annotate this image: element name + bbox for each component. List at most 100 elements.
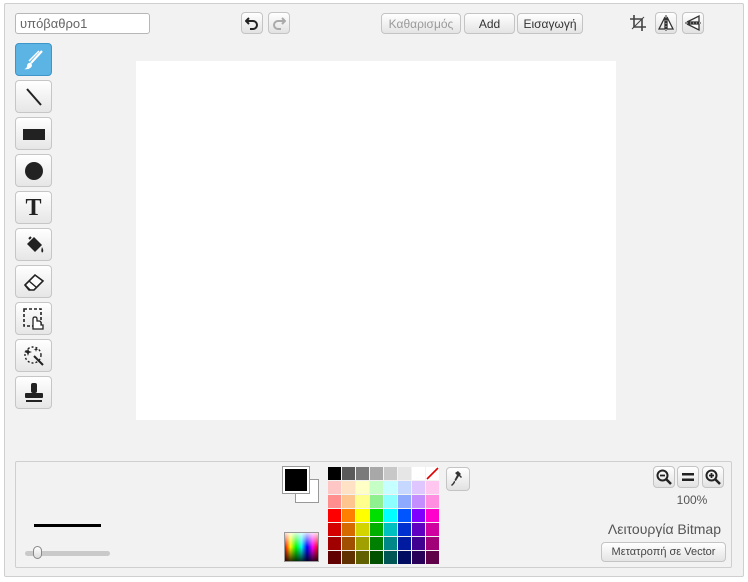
palette-swatch[interactable] — [412, 481, 425, 494]
stroke-width-preview — [34, 524, 101, 527]
palette-swatch[interactable] — [356, 537, 369, 550]
redo-button[interactable] — [268, 12, 290, 34]
palette-swatch[interactable] — [412, 551, 425, 564]
palette-swatch[interactable] — [398, 481, 411, 494]
palette-swatch[interactable] — [384, 495, 397, 508]
palette-swatch[interactable] — [356, 509, 369, 522]
palette-swatch[interactable] — [384, 537, 397, 550]
stamp-icon — [24, 382, 43, 402]
palette-swatch[interactable] — [370, 495, 383, 508]
palette-swatch[interactable] — [342, 537, 355, 550]
palette-swatch[interactable] — [426, 537, 439, 550]
text-icon: T — [25, 194, 42, 221]
eyedropper-button[interactable] — [446, 467, 470, 491]
palette-swatch[interactable] — [342, 495, 355, 508]
palette-swatch[interactable] — [328, 467, 341, 480]
palette-swatch[interactable] — [384, 481, 397, 494]
zoom-out-icon — [656, 469, 672, 485]
palette-swatch[interactable] — [342, 467, 355, 480]
costume-name-input[interactable] — [15, 13, 150, 34]
eraser-tool[interactable] — [15, 265, 52, 298]
flip-horizontal-icon — [657, 15, 675, 31]
palette-swatch[interactable] — [342, 481, 355, 494]
palette-swatch[interactable] — [356, 481, 369, 494]
zoom-out-button[interactable] — [653, 466, 675, 488]
palette-swatch[interactable] — [384, 467, 397, 480]
zoom-in-icon — [705, 469, 721, 485]
stroke-width-slider-thumb[interactable] — [33, 546, 42, 559]
palette-swatch[interactable] — [412, 467, 425, 480]
palette-swatch[interactable] — [356, 467, 369, 480]
palette-swatch[interactable] — [342, 509, 355, 522]
palette-swatch[interactable] — [398, 495, 411, 508]
palette-swatch[interactable] — [328, 551, 341, 564]
text-tool[interactable]: T — [15, 191, 52, 224]
palette-swatch[interactable] — [398, 467, 411, 480]
palette-swatch[interactable] — [356, 523, 369, 536]
palette-swatch[interactable] — [398, 509, 411, 522]
palette-swatch[interactable] — [356, 495, 369, 508]
palette-swatch[interactable] — [370, 481, 383, 494]
convert-to-vector-button[interactable]: Μετατροπή σε Vector — [601, 542, 726, 562]
paint-bucket-icon — [26, 235, 43, 252]
color-spectrum-picker[interactable] — [284, 532, 319, 562]
color-palette — [328, 467, 439, 564]
rectangle-icon — [22, 128, 45, 140]
palette-swatch[interactable] — [384, 523, 397, 536]
flip-vertical-icon — [685, 14, 701, 32]
palette-swatch[interactable] — [426, 495, 439, 508]
ellipse-icon — [24, 161, 43, 180]
ellipse-tool[interactable] — [15, 154, 52, 187]
line-tool[interactable] — [15, 80, 52, 113]
brush-tool[interactable] — [15, 43, 52, 76]
palette-swatch[interactable] — [398, 551, 411, 564]
zoom-in-button[interactable] — [702, 466, 724, 488]
select-and-duplicate-tool[interactable] — [15, 339, 52, 372]
select-icon — [22, 307, 44, 330]
palette-swatch[interactable] — [426, 509, 439, 522]
palette-swatch[interactable] — [370, 523, 383, 536]
palette-swatch[interactable] — [412, 523, 425, 536]
magic-wand-icon — [23, 345, 44, 366]
palette-swatch[interactable] — [328, 509, 341, 522]
crop-button[interactable] — [627, 12, 649, 34]
zoom-reset-button[interactable] — [677, 466, 699, 488]
eyedropper-icon — [451, 471, 462, 486]
palette-swatch[interactable] — [426, 523, 439, 536]
primary-color-swatch[interactable] — [282, 466, 310, 494]
palette-swatch[interactable] — [370, 551, 383, 564]
redo-icon — [273, 17, 286, 30]
rectangle-tool[interactable] — [15, 117, 52, 150]
import-button[interactable]: Εισαγωγή — [517, 13, 583, 34]
palette-swatch[interactable] — [356, 551, 369, 564]
undo-button[interactable] — [241, 12, 263, 34]
palette-swatch[interactable] — [370, 537, 383, 550]
palette-swatch[interactable] — [328, 495, 341, 508]
palette-swatch-transparent[interactable] — [426, 467, 439, 480]
palette-swatch[interactable] — [412, 537, 425, 550]
palette-swatch[interactable] — [342, 551, 355, 564]
add-button[interactable]: Add — [464, 13, 515, 34]
palette-swatch[interactable] — [412, 509, 425, 522]
palette-swatch[interactable] — [384, 509, 397, 522]
palette-swatch[interactable] — [328, 537, 341, 550]
palette-swatch[interactable] — [426, 551, 439, 564]
palette-swatch[interactable] — [328, 523, 341, 536]
palette-swatch[interactable] — [412, 495, 425, 508]
select-tool[interactable] — [15, 302, 52, 335]
palette-swatch[interactable] — [342, 523, 355, 536]
palette-swatch[interactable] — [398, 537, 411, 550]
palette-swatch[interactable] — [398, 523, 411, 536]
palette-swatch[interactable] — [328, 481, 341, 494]
palette-swatch[interactable] — [384, 551, 397, 564]
drawing-canvas[interactable] — [136, 61, 616, 420]
fill-tool[interactable] — [15, 228, 52, 261]
flip-vertical-button[interactable] — [682, 12, 704, 34]
palette-swatch[interactable] — [370, 467, 383, 480]
palette-swatch[interactable] — [426, 481, 439, 494]
flip-horizontal-button[interactable] — [655, 12, 677, 34]
stamp-tool[interactable] — [15, 376, 52, 409]
palette-swatch[interactable] — [370, 509, 383, 522]
clear-button[interactable]: Καθαρισμός — [381, 13, 461, 34]
zoom-level: 100% — [676, 493, 708, 507]
